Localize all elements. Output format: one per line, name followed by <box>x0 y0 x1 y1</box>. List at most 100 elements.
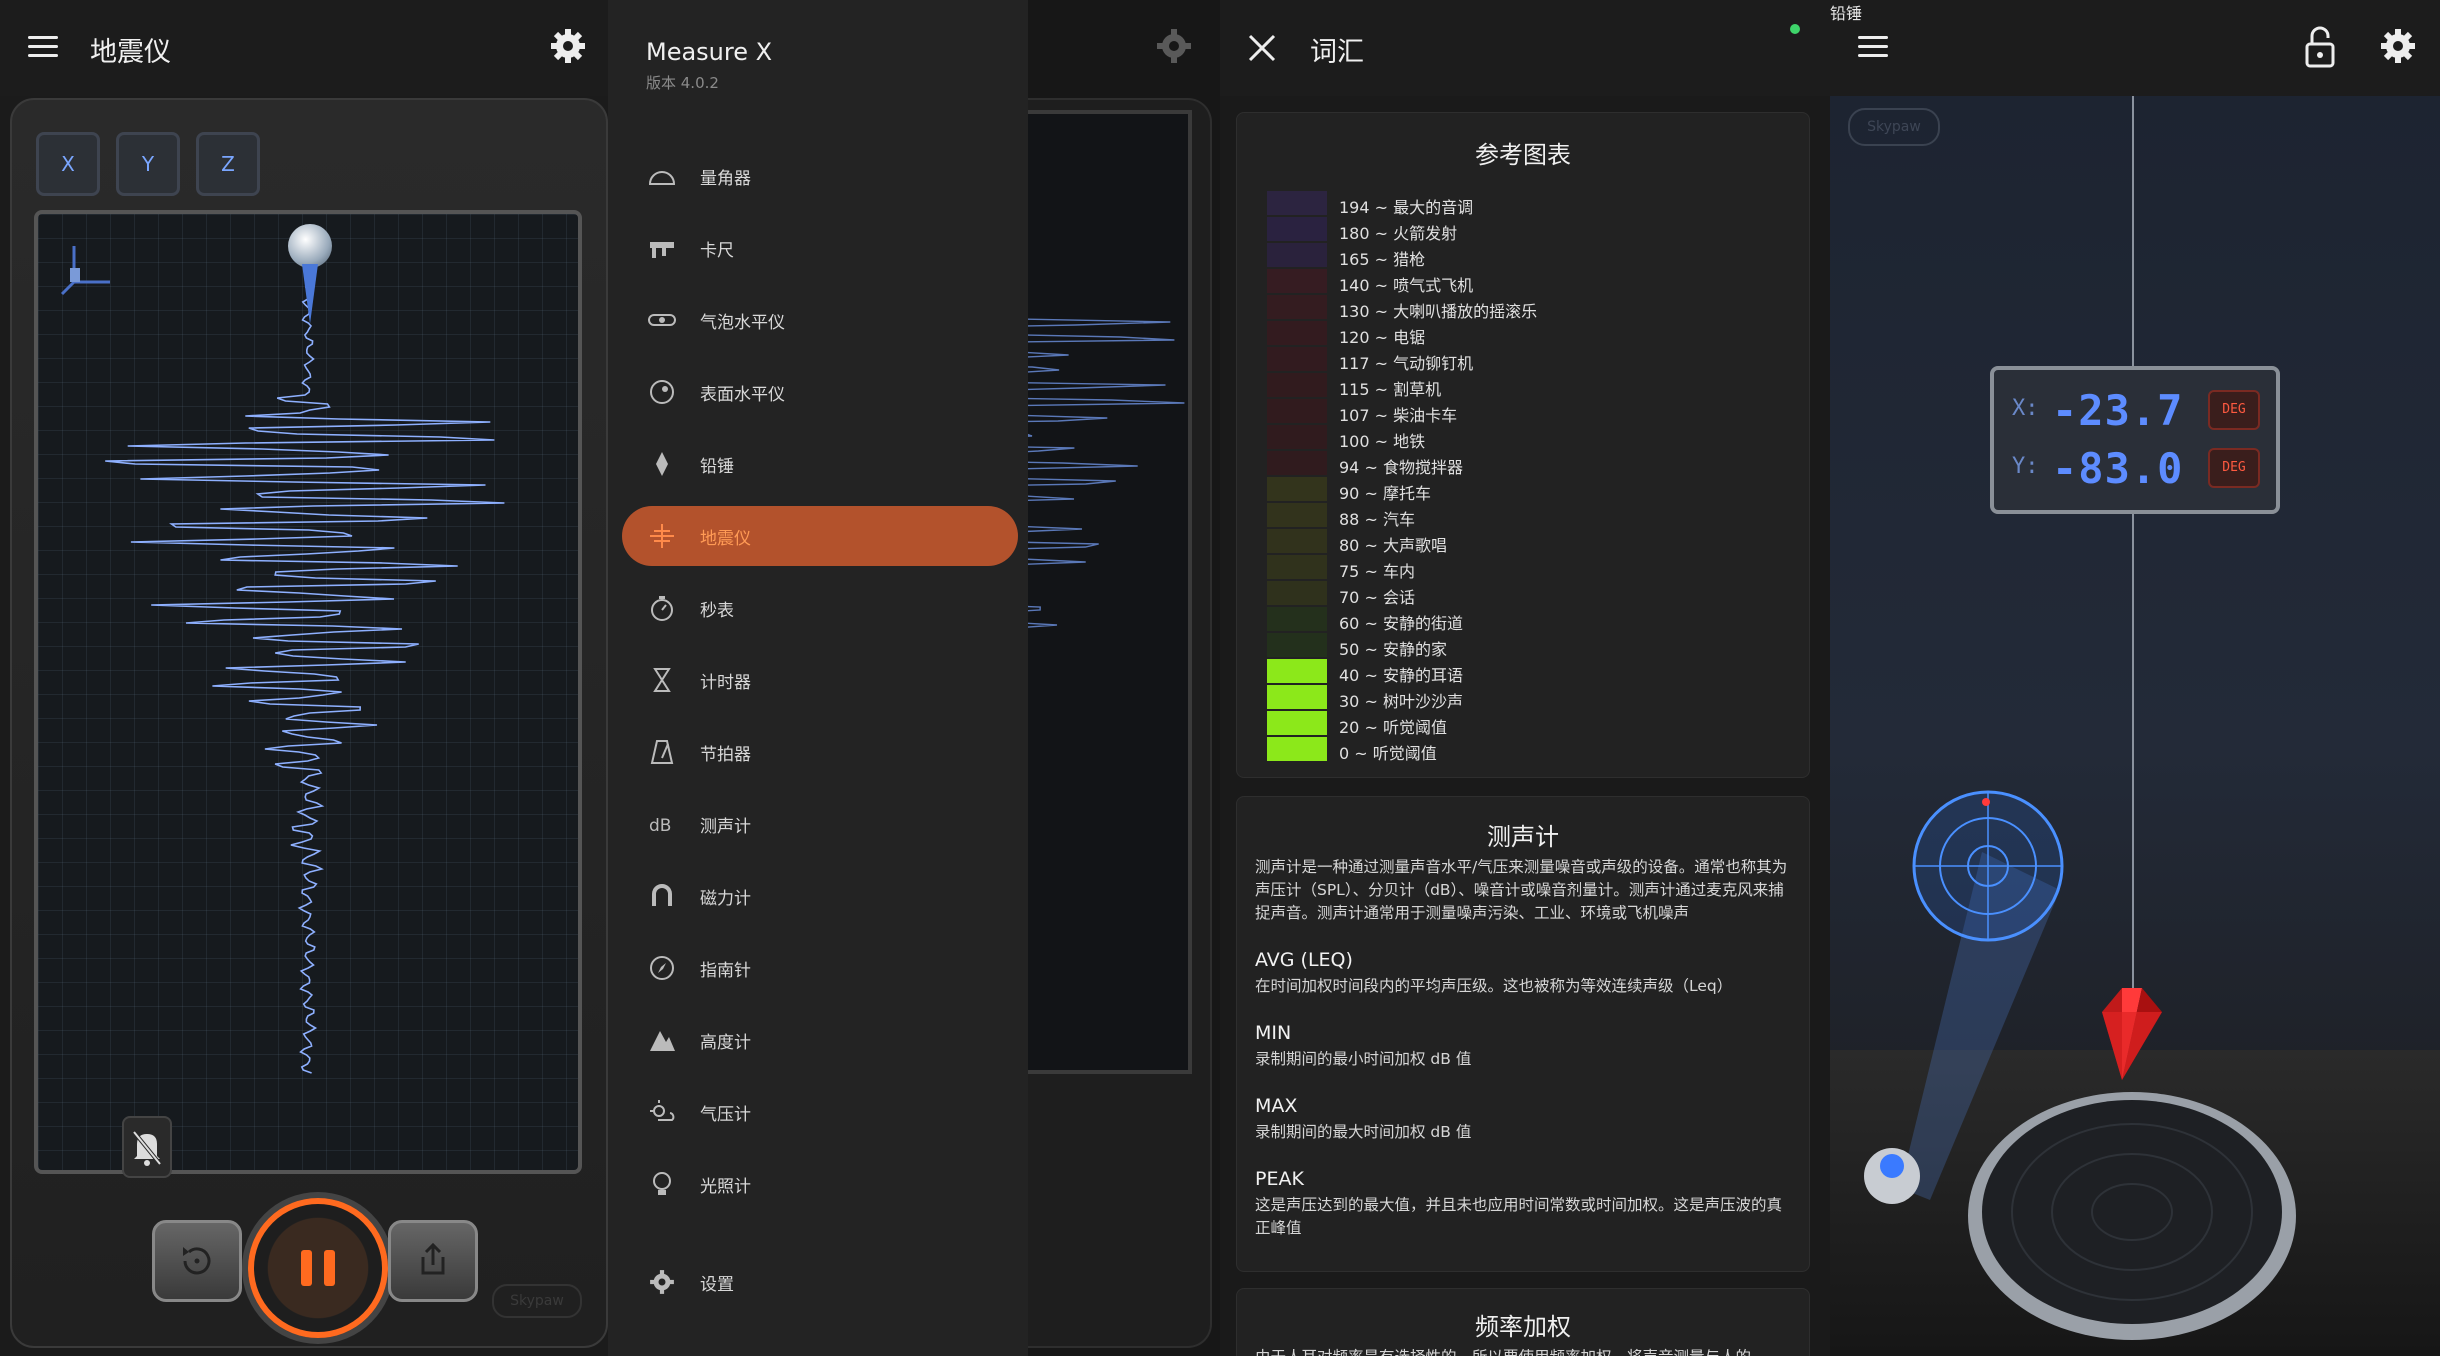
ruby-bob-icon <box>2102 988 2162 1080</box>
legend-value: 94 ~ <box>1339 458 1378 477</box>
protractor-icon <box>648 171 676 185</box>
x-angle-row: X: -23.7 DEG <box>2012 386 2262 435</box>
legend-label: 摩托车 <box>1382 484 1431 503</box>
legend-label: 车内 <box>1382 562 1415 581</box>
plumb-bob-app-bar: 铅锤 <box>1830 0 2440 96</box>
drawer-header: Measure X 版本 4.0.2 <box>646 38 772 93</box>
sound-meter-card: 测声计 测声计是一种通过测量声音水平/气压来测量噪音或声级的设备。通常也称其为声… <box>1236 796 1810 1272</box>
menu-icon[interactable] <box>28 36 58 58</box>
term-description: 在时间加权时间段内的平均声压级。这也被称为等效连续声级（Leq） <box>1255 977 1733 995</box>
pause-icon <box>301 1250 335 1286</box>
legend-swatch <box>1267 529 1327 553</box>
barometer-icon <box>650 1100 675 1121</box>
brand-badge: Skypaw <box>492 1284 582 1318</box>
stylus-needle <box>302 264 318 324</box>
legend-label: 最大的音调 <box>1393 198 1474 217</box>
legend-value: 88 ~ <box>1339 510 1378 529</box>
nav-item-compass[interactable]: 指南针 <box>622 938 1018 998</box>
lock-open-icon[interactable] <box>2304 26 2336 68</box>
legend-swatch <box>1267 711 1327 735</box>
nav-item-surface-level[interactable]: 表面水平仪 <box>622 362 1018 422</box>
nav-item-label: 计时器 <box>700 673 751 693</box>
nav-item-label: 设置 <box>700 1275 734 1295</box>
close-icon[interactable] <box>1246 32 1278 64</box>
term-name: MIN <box>1255 1022 1292 1044</box>
legend-label: 割草机 <box>1393 380 1442 399</box>
nav-item-bubble-level[interactable]: 气泡水平仪 <box>622 290 1018 350</box>
legend-label: 树叶沙沙声 <box>1382 692 1463 711</box>
stopwatch-icon <box>651 596 673 621</box>
page-title: 地震仪 <box>90 37 171 68</box>
nav-item-label: 地震仪 <box>700 529 751 549</box>
navigation-drawer: Measure X 版本 4.0.2 量角器 卡尺 气泡水平仪 表面水平仪 铅锤… <box>608 0 1028 1356</box>
nav-item-label: 光照计 <box>700 1177 751 1197</box>
pause-button[interactable] <box>248 1198 388 1338</box>
bubble-level-icon <box>648 314 676 326</box>
share-button[interactable] <box>388 1220 478 1302</box>
page-title: 铅锤 <box>1830 4 1863 23</box>
legend-label: 柴油卡车 <box>1393 406 1458 425</box>
app-name: Measure X <box>646 38 773 66</box>
legend-swatch <box>1267 633 1327 657</box>
nav-item-caliper[interactable]: 卡尺 <box>622 218 1018 278</box>
nav-item-label: 铅锤 <box>700 457 734 477</box>
nav-item-sound-meter[interactable]: dB 测声计 <box>622 794 1018 854</box>
legend-swatch <box>1267 451 1327 475</box>
light-meter-icon <box>653 1172 671 1195</box>
background-screen <box>785 110 1192 1074</box>
app-version: 版本 4.0.2 <box>646 74 719 92</box>
nav-item-light-meter[interactable]: 光照计 <box>622 1154 1018 1214</box>
target-hologram-icon <box>1912 790 2064 942</box>
background-app <box>785 0 1220 1356</box>
legend-value: 115 ~ <box>1339 380 1389 399</box>
legend-swatch <box>1267 425 1327 449</box>
mute-alert-button[interactable] <box>122 1116 172 1178</box>
legend-swatch <box>1267 659 1327 683</box>
axis-x-button[interactable]: X <box>36 132 100 196</box>
gear-icon[interactable] <box>2378 26 2418 66</box>
y-angle-row: Y: -83.0 DEG <box>2012 444 2262 493</box>
nav-item-protractor[interactable]: 量角器 <box>622 146 1018 206</box>
projector-ball-icon <box>1864 1148 1920 1204</box>
reset-icon <box>183 1247 211 1275</box>
nav-item-magnetometer[interactable]: 磁力计 <box>622 866 1018 926</box>
nav-item-barometer[interactable]: 气压计 <box>622 1082 1018 1142</box>
legend-label: 汽车 <box>1382 510 1415 529</box>
status-dot <box>1790 24 1800 34</box>
legend-swatch <box>1267 477 1327 501</box>
legend-swatch <box>1267 295 1327 319</box>
nav-item-altimeter[interactable]: 高度计 <box>622 1010 1018 1070</box>
legend-swatch <box>1267 399 1327 423</box>
svg-text:dB: dB <box>649 816 671 836</box>
nav-item-label: 秒表 <box>700 601 734 621</box>
legend-label: 大喇叭播放的摇滚乐 <box>1393 302 1538 321</box>
nav-item-timer[interactable]: 计时器 <box>622 650 1018 710</box>
stylus-ball <box>288 224 332 268</box>
reset-button[interactable] <box>152 1220 242 1302</box>
nav-item-plumb-bob[interactable]: 铅锤 <box>622 434 1018 494</box>
legend-label: 安静的耳语 <box>1382 666 1463 685</box>
y-label: Y: <box>2012 454 2039 479</box>
menu-icon[interactable] <box>1858 36 1888 58</box>
legend-swatch <box>1267 269 1327 293</box>
term-peak: PEAK 这是声压达到的最大值，并且未也应用时间常数或时间加权。这是声压波的真正… <box>1237 1144 1809 1240</box>
legend-value: 165 ~ <box>1339 250 1389 269</box>
nav-item-stopwatch[interactable]: 秒表 <box>622 578 1018 638</box>
legend-swatch <box>1267 373 1327 397</box>
axis-y-button[interactable]: Y <box>116 132 180 196</box>
legend-value: 80 ~ <box>1339 536 1378 555</box>
x-angle-value: -23.7 <box>2052 386 2184 435</box>
settings-gear-icon <box>650 1270 674 1294</box>
angle-readout: X: -23.7 DEG Y: -83.0 DEG <box>1990 366 2280 514</box>
axis-z-button[interactable]: Z <box>196 132 260 196</box>
reference-chart-title: 参考图表 <box>1475 141 1571 169</box>
nav-item-metronome[interactable]: 节拍器 <box>622 722 1018 782</box>
nav-item-settings[interactable]: 设置 <box>622 1252 1018 1312</box>
nav-item-label: 卡尺 <box>700 241 734 261</box>
compass-icon <box>650 956 674 980</box>
legend-value: 0 ~ <box>1339 744 1368 763</box>
sound-meter-description-section: 测声计是一种通过测量声音水平/气压来测量噪音或声级的设备。通常也称其为声压计（S… <box>1237 856 1809 925</box>
gear-icon[interactable] <box>548 26 588 66</box>
legend-value: 70 ~ <box>1339 588 1378 607</box>
nav-item-seismometer[interactable]: 地震仪 <box>622 506 1018 566</box>
